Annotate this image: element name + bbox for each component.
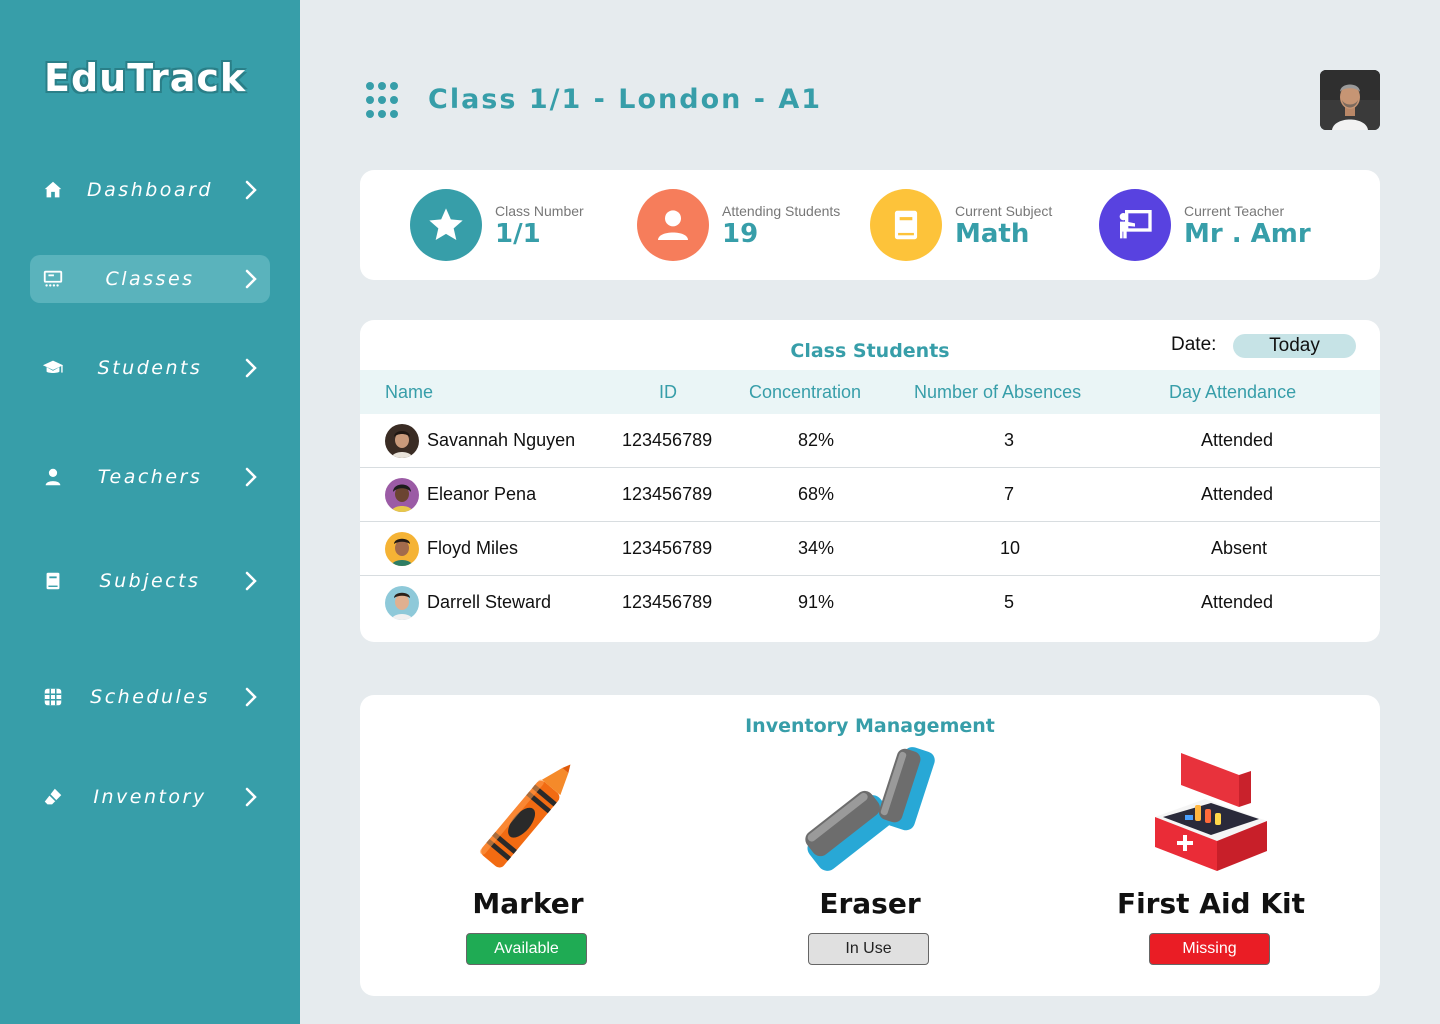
sidebar-item-label: Classes bbox=[105, 268, 195, 290]
student-concentration: 34% bbox=[798, 538, 835, 558]
column-header-attendance[interactable]: Day Attendance bbox=[1169, 382, 1296, 403]
table-row[interactable]: Floyd Miles 123456789 34% 10 Absent bbox=[360, 522, 1380, 576]
sidebar-item-classes[interactable]: Classes bbox=[30, 255, 270, 303]
section-title: Class Students bbox=[790, 340, 950, 362]
sidebar-item-schedules[interactable]: Schedules bbox=[30, 673, 270, 721]
table-row[interactable]: Eleanor Pena 123456789 68% 7 Attended bbox=[360, 468, 1380, 522]
eraser-icon bbox=[750, 745, 990, 885]
chevron-right-icon bbox=[245, 358, 257, 378]
student-attendance: Attended bbox=[1201, 430, 1274, 450]
sidebar-item-dashboard[interactable]: Dashboard bbox=[30, 166, 270, 214]
student-name: Floyd Miles bbox=[427, 538, 519, 558]
student-concentration: 82% bbox=[798, 430, 835, 450]
stat-value: 19 bbox=[722, 219, 759, 249]
sidebar-item-teachers[interactable]: Teachers bbox=[30, 453, 270, 501]
column-header-id[interactable]: ID bbox=[659, 382, 677, 403]
student-id: 123456789 bbox=[622, 430, 713, 450]
stat-value: 1/1 bbox=[495, 219, 541, 249]
teacher-board-icon bbox=[1099, 189, 1171, 261]
sidebar-item-label: Dashboard bbox=[87, 179, 213, 201]
sidebar-item-label: Inventory bbox=[93, 786, 207, 808]
student-name: Eleanor Pena bbox=[427, 484, 537, 504]
chevron-right-icon bbox=[245, 787, 257, 807]
student-absences: 10 bbox=[1000, 538, 1021, 558]
page-title: Class 1/1 - London - A1 bbox=[428, 84, 823, 115]
student-id: 123456789 bbox=[622, 592, 713, 612]
apps-grid-icon[interactable] bbox=[366, 82, 404, 120]
student-absences: 5 bbox=[1004, 592, 1015, 612]
student-name: Savannah Nguyen bbox=[427, 430, 576, 450]
book-icon bbox=[870, 189, 942, 261]
student-attendance: Absent bbox=[1211, 538, 1268, 558]
stat-label: Current Teacher bbox=[1184, 203, 1285, 219]
status-badge: Missing bbox=[1149, 933, 1270, 965]
student-concentration: 68% bbox=[798, 484, 835, 504]
stat-label: Class Number bbox=[495, 203, 584, 219]
sidebar-item-label: Teachers bbox=[97, 466, 203, 488]
student-attendance: Attended bbox=[1201, 484, 1274, 504]
class-info-card: Class Number 1/1 Attending Students 19 C… bbox=[360, 170, 1380, 280]
chevron-right-icon bbox=[245, 571, 257, 591]
stat-attending-students: Attending Students 19 bbox=[637, 189, 840, 261]
sidebar-item-label: Students bbox=[97, 357, 203, 379]
sidebar-item-label: Schedules bbox=[90, 686, 210, 708]
stat-class-number: Class Number 1/1 bbox=[410, 189, 584, 261]
sidebar-item-students[interactable]: Students bbox=[30, 344, 270, 392]
student-absences: 7 bbox=[1004, 484, 1015, 504]
chevron-right-icon bbox=[245, 180, 257, 200]
stat-current-subject: Current Subject Math bbox=[870, 189, 1052, 261]
inventory-item-first-aid-kit[interactable]: First Aid Kit Missing bbox=[1091, 745, 1331, 975]
student-id: 123456789 bbox=[622, 538, 713, 558]
student-name: Darrell Steward bbox=[427, 592, 552, 612]
student-avatar bbox=[385, 478, 419, 512]
star-icon bbox=[410, 189, 482, 261]
sidebar: EduTrack Dashboard Classes Students Teac… bbox=[0, 0, 300, 1024]
stat-current-teacher: Current Teacher Mr . Amr bbox=[1099, 189, 1311, 261]
chevron-right-icon bbox=[245, 687, 257, 707]
class-students-card: Class Students Date: Today Name ID Conce… bbox=[360, 320, 1380, 642]
student-attendance: Attended bbox=[1201, 592, 1274, 612]
chevron-right-icon bbox=[245, 467, 257, 487]
chevron-right-icon bbox=[245, 269, 257, 289]
student-avatar bbox=[385, 424, 419, 458]
column-header-name[interactable]: Name bbox=[385, 382, 433, 403]
stat-label: Attending Students bbox=[722, 203, 841, 219]
inventory-item-marker[interactable]: Marker Available bbox=[408, 745, 648, 975]
stat-value: Mr . Amr bbox=[1184, 219, 1311, 249]
student-avatar bbox=[385, 586, 419, 620]
stat-label: Current Subject bbox=[955, 203, 1053, 219]
student-absences: 3 bbox=[1004, 430, 1015, 450]
sidebar-item-inventory[interactable]: Inventory bbox=[30, 773, 270, 821]
column-header-concentration[interactable]: Concentration bbox=[749, 382, 861, 403]
sidebar-item-subjects[interactable]: Subjects bbox=[30, 557, 270, 605]
inventory-card: Inventory Management Marker Available Er… bbox=[360, 695, 1380, 996]
first-aid-kit-icon bbox=[1091, 745, 1331, 885]
date-selector[interactable]: Today bbox=[1233, 334, 1356, 358]
status-badge: Available bbox=[466, 933, 587, 965]
student-id: 123456789 bbox=[622, 484, 713, 504]
stat-value: Math bbox=[955, 219, 1030, 249]
sidebar-item-label: Subjects bbox=[99, 570, 201, 592]
app-logo: EduTrack bbox=[44, 56, 247, 100]
table-header: Name ID Concentration Number of Absences… bbox=[360, 370, 1380, 414]
inventory-item-eraser[interactable]: Eraser In Use bbox=[750, 745, 990, 975]
user-avatar[interactable] bbox=[1320, 70, 1380, 130]
inventory-item-name: Marker bbox=[472, 887, 584, 920]
section-title: Inventory Management bbox=[745, 715, 995, 737]
table-row[interactable]: Savannah Nguyen 123456789 82% 3 Attended bbox=[360, 414, 1380, 468]
student-concentration: 91% bbox=[798, 592, 835, 612]
table-row[interactable]: Darrell Steward 123456789 91% 5 Attended bbox=[360, 576, 1380, 630]
person-icon bbox=[637, 189, 709, 261]
date-label: Date: bbox=[1171, 334, 1217, 355]
inventory-item-name: Eraser bbox=[819, 887, 921, 920]
status-badge: In Use bbox=[808, 933, 929, 965]
inventory-item-name: First Aid Kit bbox=[1116, 887, 1306, 920]
student-avatar bbox=[385, 532, 419, 566]
column-header-absences[interactable]: Number of Absences bbox=[914, 382, 1081, 403]
marker-icon bbox=[408, 745, 648, 885]
